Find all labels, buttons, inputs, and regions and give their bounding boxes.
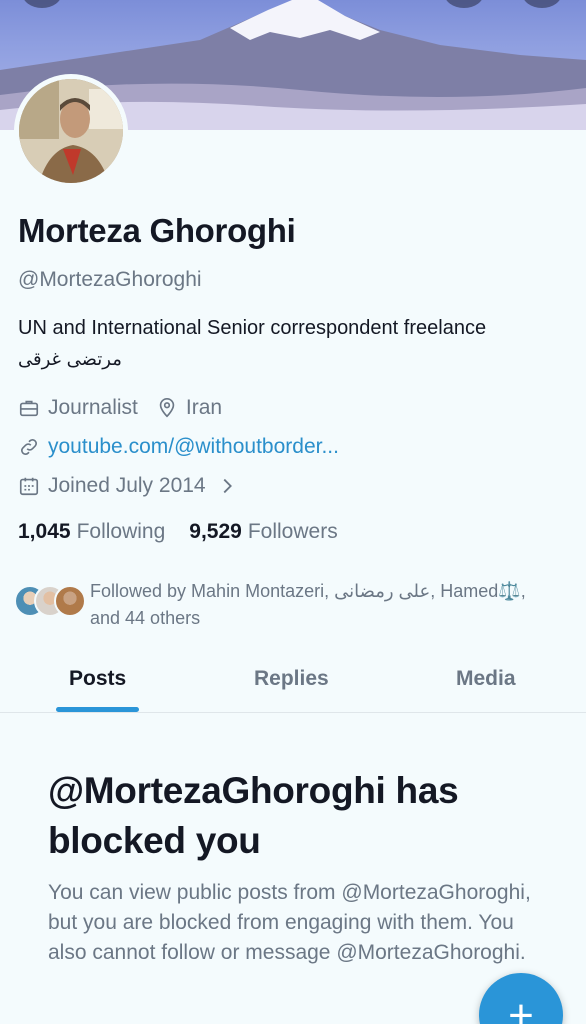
profile-handle: @MortezaGhoroghi — [18, 268, 202, 291]
profile-meta-row: Journalist Iran — [18, 396, 222, 420]
compose-button[interactable]: + — [479, 973, 563, 1024]
followed-by-text[interactable]: Followed by Mahin Montazeri, علی رمضانی,… — [90, 578, 570, 632]
link-icon — [18, 436, 40, 458]
calendar-icon — [18, 475, 40, 497]
tab-media[interactable]: Media — [456, 667, 516, 691]
profile-tabs: Posts Replies Media — [0, 655, 586, 713]
following-label: Following — [76, 520, 166, 543]
followed-by-line: Followed by Mahin Montazeri, علی رمضانی,… — [90, 581, 526, 601]
website-link[interactable]: youtube.com/@withoutborder... — [48, 435, 339, 459]
followed-by-avatars[interactable] — [14, 577, 86, 617]
following-count: 1,045 — [18, 520, 71, 543]
blocked-description: You can view public posts from @MortezaG… — [48, 881, 531, 964]
profile-avatar[interactable] — [14, 74, 128, 188]
follower-avatar — [54, 585, 86, 617]
briefcase-icon — [18, 397, 40, 419]
location-label: Iran — [185, 396, 223, 419]
profession-label: Journalist — [48, 396, 138, 419]
profile-website-row: youtube.com/@withoutborder... — [18, 435, 339, 459]
tab-replies[interactable]: Replies — [254, 667, 329, 691]
followers-count-link[interactable]: 9,529 Followers — [189, 520, 337, 544]
profile-name: Morteza Ghoroghi — [18, 212, 296, 249]
active-tab-indicator — [56, 707, 139, 712]
followed-by-line: and 44 others — [90, 608, 201, 628]
profile-joined-row[interactable]: Joined July 2014 — [18, 474, 246, 498]
chevron-right-icon — [216, 475, 238, 497]
avatar-photo — [19, 79, 123, 183]
followers-count: 9,529 — [189, 520, 242, 543]
bio-line: UN and International Senior corresponden… — [18, 317, 487, 339]
following-count-link[interactable]: 1,045 Following — [18, 520, 165, 544]
follow-counts: 1,045 Following 9,529 Followers — [18, 520, 362, 544]
tab-posts[interactable]: Posts — [69, 667, 126, 691]
followers-label: Followers — [247, 520, 338, 543]
blocked-title: @MortezaGhoroghi has blocked you — [48, 770, 459, 861]
compose-plus-icon: + — [508, 991, 534, 1024]
location-pin-icon — [156, 397, 178, 419]
joined-label: Joined July 2014 — [48, 474, 206, 497]
bio-line-persian: مرتضی غرقی — [18, 349, 122, 370]
profile-bio: UN and International Senior corresponden… — [18, 313, 578, 375]
